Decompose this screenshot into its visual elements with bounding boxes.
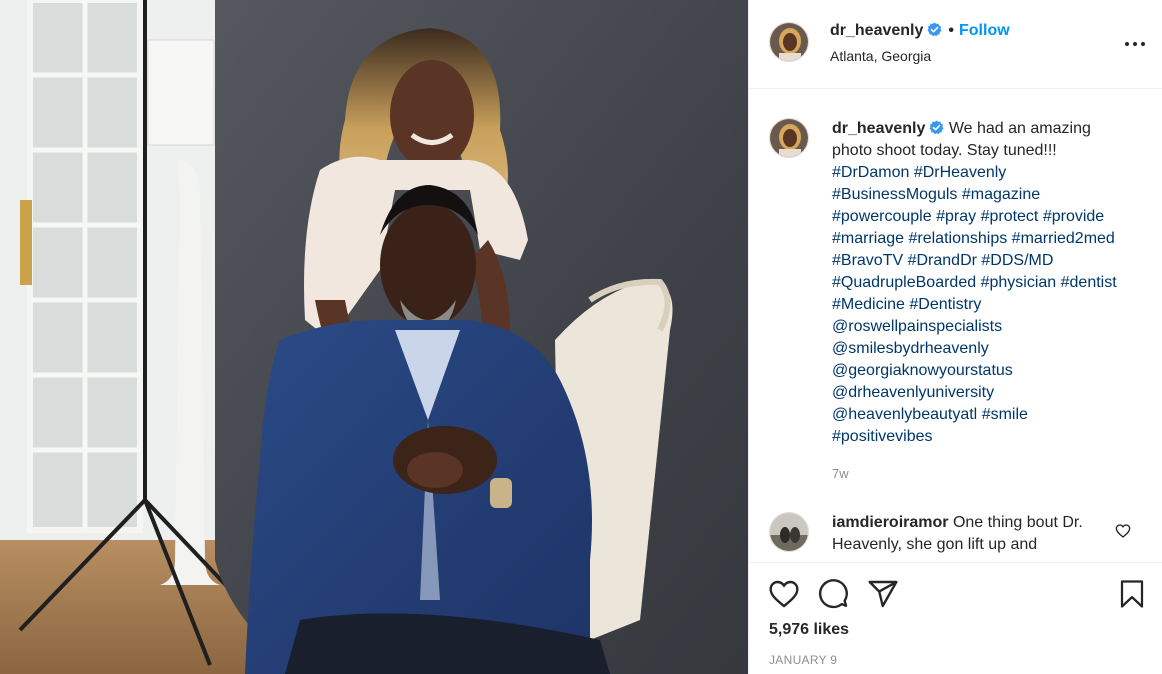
- post-header: dr_heavenly • Follow Atlanta, Georgia: [749, 0, 1162, 89]
- author-username[interactable]: dr_heavenly: [830, 22, 923, 39]
- hashtag-link[interactable]: #powercouple: [832, 208, 932, 225]
- post-sidebar: dr_heavenly • Follow Atlanta, Georgia dr_…: [748, 0, 1162, 674]
- hashtag-link[interactable]: #BravoTV: [832, 252, 903, 269]
- more-options-icon[interactable]: [1125, 36, 1145, 52]
- hashtag-link[interactable]: #physician: [981, 274, 1057, 291]
- hashtag-link[interactable]: #smile: [982, 406, 1028, 423]
- hashtag-link[interactable]: #Medicine: [832, 296, 905, 313]
- bookmark-icon[interactable]: [1117, 578, 1147, 610]
- hashtag-link[interactable]: #DrandDr: [908, 252, 977, 269]
- more-dot: [1141, 42, 1145, 46]
- caption-time-ago[interactable]: 7w: [832, 466, 849, 481]
- comment-username[interactable]: iamdieroiramor: [832, 514, 948, 531]
- hashtag-link[interactable]: #provide: [1043, 208, 1104, 225]
- hashtag-link[interactable]: #magazine: [962, 186, 1040, 203]
- hashtag-link[interactable]: #relationships: [908, 230, 1007, 247]
- likes-count[interactable]: 5,976 likes: [769, 621, 849, 639]
- comment: iamdieroiramor One thing bout Dr. Heaven…: [832, 512, 1102, 556]
- author-avatar[interactable]: [769, 22, 809, 62]
- commenter-avatar-image: [770, 513, 808, 551]
- comment-bubble-icon[interactable]: [817, 578, 849, 610]
- verified-badge-icon: [927, 22, 942, 37]
- separator-dot: •: [948, 22, 954, 39]
- hashtag-link[interactable]: #marriage: [832, 230, 904, 247]
- post-date[interactable]: JANUARY 9: [769, 653, 837, 667]
- post-actions: 5,976 likes JANUARY 9: [749, 562, 1162, 674]
- post-photo[interactable]: [0, 0, 748, 674]
- follow-button[interactable]: Follow: [959, 22, 1010, 39]
- comment-like-heart-icon[interactable]: [1115, 523, 1131, 539]
- hashtag-link[interactable]: #protect: [981, 208, 1039, 225]
- hashtag-link[interactable]: #DrDamon: [832, 164, 909, 181]
- post-photo-image: [0, 0, 748, 674]
- hashtag-link[interactable]: #BusinessMoguls: [832, 186, 957, 203]
- paper-plane-icon[interactable]: [867, 578, 899, 610]
- post-location[interactable]: Atlanta, Georgia: [830, 48, 931, 64]
- mention-link[interactable]: @smilesbydrheavenly: [832, 340, 989, 357]
- caption-username[interactable]: dr_heavenly: [832, 120, 925, 137]
- more-dot: [1133, 42, 1137, 46]
- hashtag-link[interactable]: #married2med: [1012, 230, 1115, 247]
- mention-link[interactable]: @drheavenlyuniversity: [832, 384, 994, 401]
- hashtag-link[interactable]: #QuadrupleBoarded: [832, 274, 976, 291]
- hashtag-link[interactable]: #Dentistry: [909, 296, 981, 313]
- hashtag-link[interactable]: #dentist: [1061, 274, 1117, 291]
- mention-link[interactable]: @roswellpainspecialists: [832, 318, 1002, 335]
- more-dot: [1125, 42, 1129, 46]
- caption-avatar-image: [770, 119, 808, 157]
- hashtag-link[interactable]: #DDS/MD: [981, 252, 1053, 269]
- hashtag-link[interactable]: #pray: [936, 208, 976, 225]
- hashtag-link[interactable]: #DrHeavenly: [914, 164, 1006, 181]
- commenter-avatar[interactable]: [769, 512, 809, 552]
- hashtag-link[interactable]: #positivevibes: [832, 428, 933, 445]
- caption-avatar[interactable]: [769, 118, 809, 158]
- verified-badge-icon: [929, 120, 944, 135]
- heart-icon[interactable]: [768, 578, 800, 610]
- author-avatar-image: [770, 23, 808, 61]
- post-caption: dr_heavenly We had an amazing photo shoo…: [832, 118, 1122, 448]
- mention-link[interactable]: @georgiaknowyourstatus: [832, 362, 1013, 379]
- author-line: dr_heavenly • Follow: [830, 22, 1010, 40]
- mention-link[interactable]: @heavenlybeautyatl: [832, 406, 977, 423]
- caption-tags: #DrDamon #DrHeavenly #BusinessMoguls #ma…: [832, 164, 1117, 445]
